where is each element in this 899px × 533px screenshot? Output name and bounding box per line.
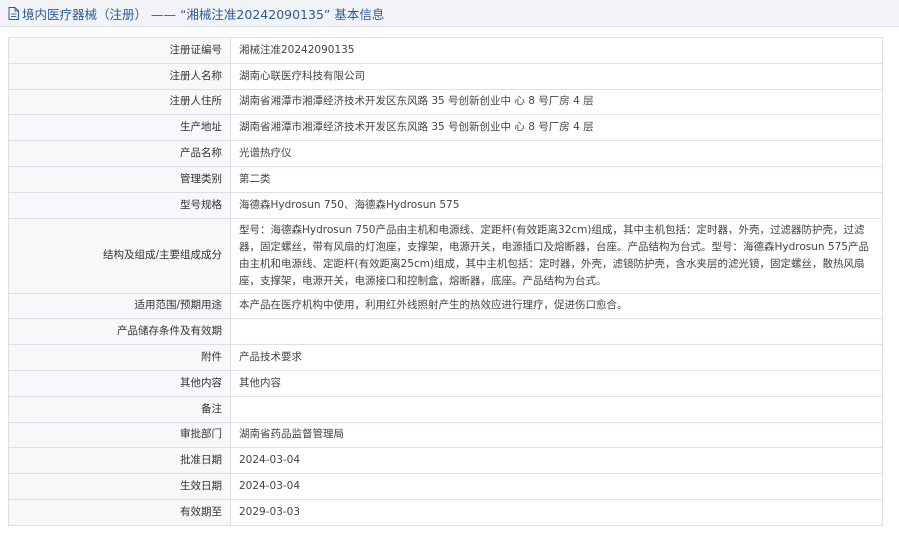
page-header: 境内医疗器械（注册） —— “湘械注准20242090135” 基本信息 [0, 0, 899, 27]
table-row: 注册人名称 湖南心联医疗科技有限公司 [8, 62, 883, 90]
table-row: 生效日期 2024-03-04 [8, 473, 883, 500]
page-title: 境内医疗器械（注册） —— “湘械注准20242090135” 基本信息 [22, 6, 385, 22]
row-value: 第二类 [230, 165, 883, 193]
row-value: 湖南省湘潭市湘潭经济技术开发区东风路 35 号创新创业中 心 8 号厂房 4 层 [230, 114, 883, 142]
table-row: 备注 [8, 395, 883, 423]
row-label: 管理类别 [8, 165, 231, 193]
table-row: 产品名称 光谱热疗仪 [8, 140, 883, 167]
table-row: 批准日期 2024-03-04 [8, 447, 883, 475]
row-value: 湖南省药品监督管理局 [230, 421, 883, 449]
table-row: 型号规格 海德森Hydrosun 750、海德森Hydrosun 575 [8, 191, 883, 219]
row-value: 湖南心联医疗科技有限公司 [230, 62, 883, 90]
row-label: 型号规格 [8, 191, 231, 219]
row-label: 生效日期 [8, 473, 231, 500]
row-value [230, 395, 883, 423]
table-row: 生产地址 湖南省湘潭市湘潭经济技术开发区东风路 35 号创新创业中 心 8 号厂… [8, 114, 883, 142]
row-label: 备注 [8, 395, 231, 423]
row-label: 审批部门 [8, 421, 231, 449]
row-label: 其他内容 [8, 369, 231, 397]
row-label: 产品名称 [8, 140, 231, 167]
table-row: 注册人住所 湖南省湘潭市湘潭经济技术开发区东风路 35 号创新创业中 心 8 号… [8, 88, 883, 116]
row-label: 生产地址 [8, 114, 231, 142]
table-row: 适用范围/预期用途 本产品在医疗机构中使用，利用红外线照射产生的热效应进行理疗，… [8, 292, 883, 320]
table-row: 结构及组成/主要组成成分 型号：海德森Hydrosun 750产品由主机和电源线… [8, 217, 883, 294]
row-value: 产品技术要求 [230, 344, 883, 371]
info-table-container: 注册证编号 湘械注准20242090135 注册人名称 湖南心联医疗科技有限公司… [8, 37, 883, 526]
row-value: 本产品在医疗机构中使用，利用红外线照射产生的热效应进行理疗，促进伤口愈合。 [230, 292, 883, 320]
table-row: 注册证编号 湘械注准20242090135 [8, 37, 883, 64]
row-label: 批准日期 [8, 447, 231, 475]
row-value: 光谱热疗仪 [230, 140, 883, 167]
row-value: 湖南省湘潭市湘潭经济技术开发区东风路 35 号创新创业中 心 8 号厂房 4 层 [230, 88, 883, 116]
row-label: 注册人名称 [8, 62, 231, 90]
row-label: 适用范围/预期用途 [8, 292, 231, 320]
info-table: 注册证编号 湘械注准20242090135 注册人名称 湖南心联医疗科技有限公司… [8, 37, 883, 526]
table-row: 附件 产品技术要求 [8, 344, 883, 371]
row-label: 结构及组成/主要组成成分 [8, 217, 231, 294]
row-value: 型号：海德森Hydrosun 750产品由主机和电源线、定距杆(有效距离32cm… [230, 217, 883, 294]
table-row: 产品储存条件及有效期 [8, 318, 883, 346]
row-value: 2024-03-04 [230, 447, 883, 475]
row-value: 湘械注准20242090135 [230, 37, 883, 64]
table-row: 审批部门 湖南省药品监督管理局 [8, 421, 883, 449]
row-label: 注册人住所 [8, 88, 231, 116]
row-label: 注册证编号 [8, 37, 231, 64]
row-value: 2029-03-03 [230, 498, 883, 526]
row-value: 其他内容 [230, 369, 883, 397]
row-value: 2024-03-04 [230, 473, 883, 500]
document-icon [8, 6, 19, 20]
row-label: 附件 [8, 344, 231, 371]
table-row: 有效期至 2029-03-03 [8, 498, 883, 526]
row-label: 产品储存条件及有效期 [8, 318, 231, 346]
table-row: 管理类别 第二类 [8, 165, 883, 193]
page-scrollbar[interactable] [891, 28, 899, 533]
row-label: 有效期至 [8, 498, 231, 526]
row-value: 海德森Hydrosun 750、海德森Hydrosun 575 [230, 191, 883, 219]
table-row: 其他内容 其他内容 [8, 369, 883, 397]
row-value [230, 318, 883, 346]
